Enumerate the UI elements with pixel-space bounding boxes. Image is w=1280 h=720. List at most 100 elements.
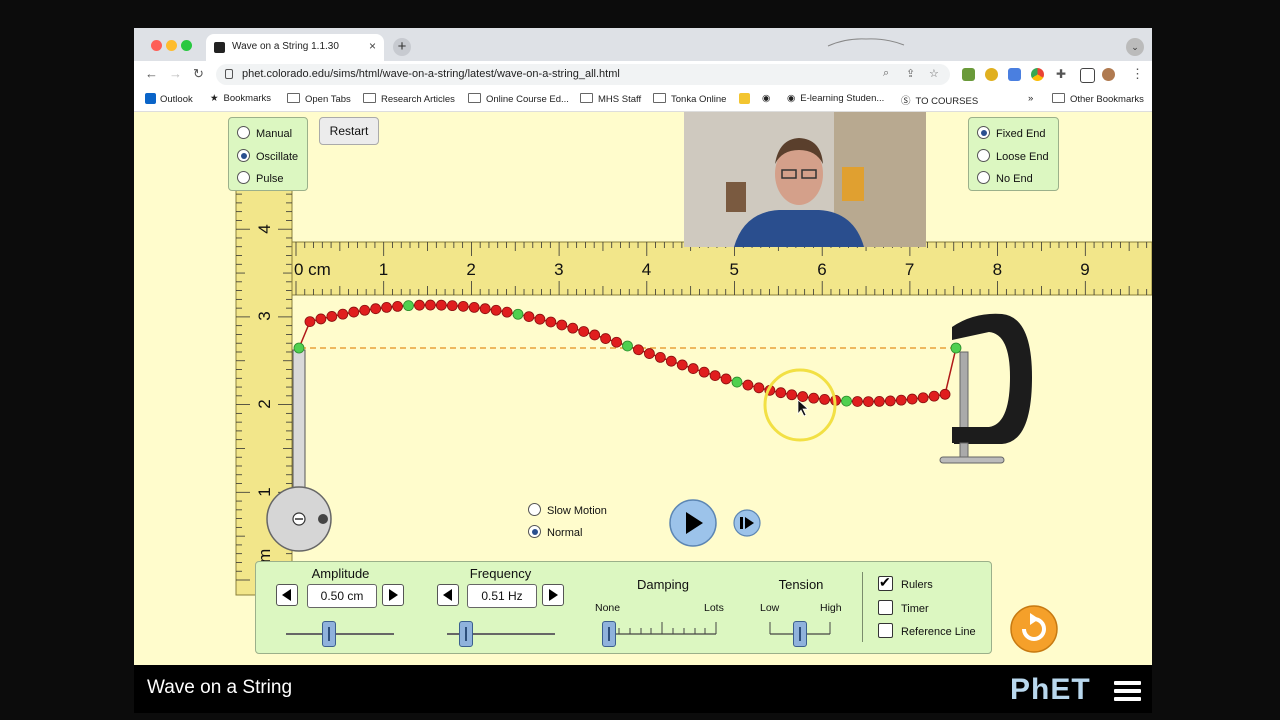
string-bead[interactable] [578, 326, 590, 337]
extension-icon-3[interactable] [1008, 68, 1021, 81]
restart-button[interactable]: Restart [319, 117, 379, 145]
string-bead[interactable] [567, 322, 579, 334]
sidebar-toggle-icon[interactable] [1080, 68, 1095, 83]
bookmark-online-course[interactable]: Online Course Ed... [468, 93, 569, 105]
tab-close-icon[interactable]: × [369, 39, 376, 53]
amplitude-slider-track[interactable] [286, 633, 394, 635]
amplitude-decrease-button[interactable] [276, 584, 298, 606]
string-bead[interactable] [687, 363, 699, 374]
frequency-slider-thumb[interactable] [459, 621, 473, 647]
timer-checkbox[interactable]: Timer [878, 600, 929, 615]
string-bead[interactable] [414, 299, 425, 311]
close-window-button[interactable] [151, 40, 162, 51]
frequency-increase-button[interactable] [542, 584, 564, 606]
string-bead[interactable] [479, 303, 491, 315]
string-bead[interactable] [457, 300, 469, 312]
string-bead[interactable] [873, 395, 885, 407]
string-bead[interactable] [534, 313, 546, 325]
bookmark-mhs-staff[interactable]: MHS Staff [580, 93, 641, 105]
string-bead[interactable] [435, 299, 447, 311]
tab-search-chevron-icon[interactable]: ⌄ [1126, 38, 1144, 56]
reset-all-button[interactable] [1009, 604, 1059, 654]
string-bead-green[interactable] [950, 342, 962, 354]
bookmark-tonka-online[interactable]: Tonka Online [653, 93, 726, 105]
string-bead-green[interactable] [403, 300, 414, 312]
string-bead[interactable] [523, 311, 535, 323]
damping-slider-track[interactable] [606, 618, 721, 638]
string-bead[interactable] [337, 308, 349, 320]
string-bead[interactable] [611, 336, 622, 348]
string-bead[interactable] [665, 355, 677, 367]
string-bead[interactable] [939, 388, 951, 400]
string-bead[interactable] [895, 394, 907, 406]
forward-button[interactable]: → [169, 66, 182, 81]
string-bead-green[interactable] [293, 342, 305, 354]
end-none-radio[interactable]: No End [977, 171, 1033, 185]
string-bead[interactable] [808, 392, 820, 404]
frequency-decrease-button[interactable] [437, 584, 459, 606]
string-bead[interactable] [359, 304, 371, 316]
string-bead[interactable] [863, 396, 874, 407]
string-bead[interactable] [304, 316, 316, 328]
play-button[interactable] [668, 498, 718, 548]
reload-button[interactable]: ↻ [193, 66, 204, 82]
end-loose-radio[interactable]: Loose End [977, 149, 1049, 163]
string-bead[interactable] [709, 370, 721, 382]
string-bead[interactable] [446, 300, 458, 312]
bookmark-research-articles[interactable]: Research Articles [363, 93, 455, 105]
mode-pulse-radio[interactable]: Pulse [237, 171, 284, 185]
step-button[interactable] [732, 508, 762, 538]
string-bead[interactable] [775, 387, 787, 399]
string-bead[interactable] [556, 319, 568, 331]
phet-logo[interactable]: PhET [1010, 673, 1091, 707]
string-bead[interactable] [326, 311, 338, 322]
minimize-window-button[interactable] [166, 40, 177, 51]
string-bead[interactable] [906, 393, 918, 405]
share-icon[interactable]: ⇪ [906, 67, 915, 80]
string-bead[interactable] [468, 301, 480, 313]
string-bead[interactable] [852, 396, 863, 407]
bookmark-elearning[interactable]: ◉ E-learning Studen... [787, 93, 884, 104]
string-bead[interactable] [315, 313, 327, 325]
tension-slider-thumb[interactable] [793, 621, 807, 647]
string-bead[interactable] [698, 366, 710, 378]
mode-manual-radio[interactable]: Manual [237, 126, 292, 140]
string-bead[interactable] [676, 359, 688, 371]
string-bead[interactable] [370, 303, 382, 315]
string-bead[interactable] [633, 344, 644, 356]
string-bead-green[interactable] [841, 395, 852, 407]
string-bead[interactable] [589, 329, 601, 341]
string-bead[interactable] [644, 348, 655, 359]
string-bead[interactable] [786, 389, 798, 401]
string-bead[interactable] [742, 379, 754, 391]
speed-normal-radio[interactable]: Normal [528, 525, 582, 539]
rulers-checkbox[interactable]: Rulers [878, 574, 933, 591]
extension-icon-2[interactable] [985, 68, 998, 81]
string-bead[interactable] [797, 391, 809, 402]
bookmark-to-courses[interactable]: Ⓢ TO COURSES [901, 93, 978, 107]
string-bead[interactable] [381, 302, 393, 313]
search-icon[interactable]: ⌕ [883, 67, 889, 80]
extension-icon-1[interactable] [962, 68, 975, 81]
reference-line-checkbox[interactable]: Reference Line [878, 623, 976, 638]
tab-wave-on-a-string[interactable]: Wave on a String 1.1.30 × [206, 34, 384, 61]
browser-menu-icon[interactable]: ⋮ [1131, 66, 1144, 82]
chrome-extension-icon[interactable] [1031, 68, 1044, 81]
string-bead[interactable] [490, 304, 502, 316]
string-bead[interactable] [753, 382, 765, 394]
string-bead-green[interactable] [622, 340, 633, 352]
string-bead[interactable] [884, 395, 896, 407]
string-bead[interactable] [600, 333, 612, 344]
string-bead[interactable] [545, 316, 557, 328]
maximize-window-button[interactable] [181, 40, 192, 51]
string-beads[interactable] [293, 299, 962, 407]
string-bead-green[interactable] [731, 376, 743, 388]
string-bead[interactable] [928, 390, 940, 402]
bookmark-bookmarks[interactable]: ★ Bookmarks [210, 93, 271, 104]
string-bead[interactable] [501, 306, 513, 318]
new-tab-button[interactable]: + [393, 38, 411, 56]
end-fixed-radio[interactable]: Fixed End [977, 126, 1046, 140]
back-button[interactable]: ← [145, 66, 158, 81]
bookmark-unnamed-2[interactable]: ◉ [762, 93, 770, 104]
bookmark-other[interactable]: Other Bookmarks [1052, 93, 1144, 105]
